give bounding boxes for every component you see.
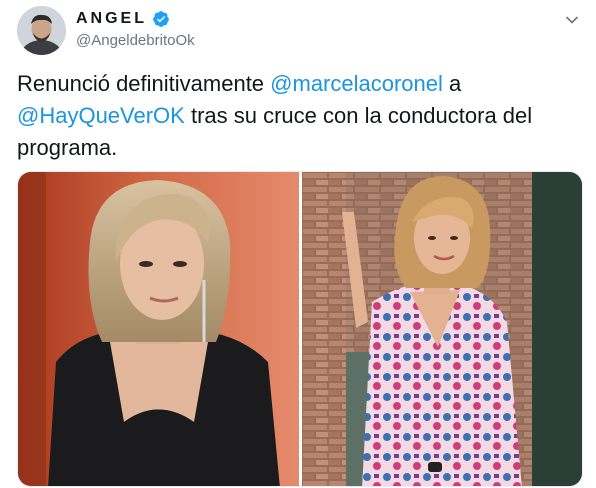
mention-link[interactable]: @HayQueVerOK (17, 103, 185, 128)
tweet-text-part: Renunció definitivamente (17, 71, 271, 96)
tweet-text: Renunció definitivamente @marcelacoronel… (17, 68, 582, 164)
media-photo[interactable] (18, 172, 299, 486)
mention-link[interactable]: @marcelacoronel (270, 71, 443, 96)
media-grid (17, 171, 583, 487)
verified-badge-icon (152, 10, 170, 28)
author-name-row[interactable]: ANGEL (76, 10, 170, 28)
chevron-down-icon[interactable] (562, 10, 582, 30)
display-name[interactable]: ANGEL (76, 10, 147, 28)
tweet-text-part: a (442, 71, 462, 96)
avatar[interactable] (17, 6, 66, 55)
author-handle[interactable]: @AngeldebritoOk (76, 32, 195, 49)
media-photo[interactable] (302, 172, 582, 486)
tweet-card: ANGEL @AngeldebritoOk Renunció definitiv… (0, 0, 596, 488)
